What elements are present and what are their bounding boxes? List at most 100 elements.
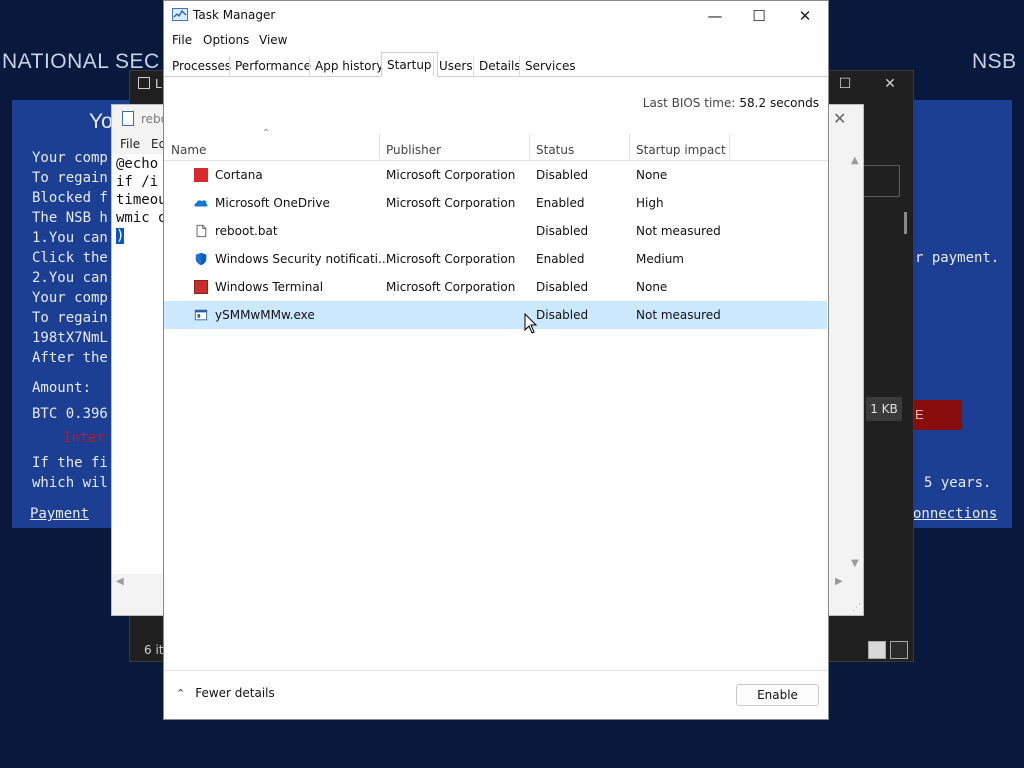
notepad-menu-file[interactable]: File xyxy=(120,137,140,151)
payment-link[interactable]: Payment xyxy=(30,506,89,522)
ransom-right-text: r payment. xyxy=(915,250,1000,266)
menu-options[interactable]: Options xyxy=(203,33,249,47)
cell-status: Disabled xyxy=(536,224,589,238)
tab-app-history[interactable]: App history xyxy=(309,56,389,76)
ransom-btc-amount: BTC 0.396 xyxy=(32,406,108,422)
column-separator[interactable] xyxy=(379,134,380,159)
table-row[interactable]: Microsoft OneDrive Microsoft Corporation… xyxy=(164,189,827,217)
bios-label: Last BIOS time: xyxy=(642,96,736,110)
cell-status: Disabled xyxy=(536,280,589,294)
cell-publisher: Microsoft Corporation xyxy=(386,196,516,210)
ransom-line: The NSB h xyxy=(32,210,108,226)
large-icons-view-icon[interactable] xyxy=(890,641,908,659)
scroll-up-icon[interactable]: ▲ xyxy=(851,155,859,166)
column-separator[interactable] xyxy=(629,134,630,159)
cell-publisher: Microsoft Corporation xyxy=(386,168,516,182)
enable-button[interactable]: Enable xyxy=(736,684,819,706)
explorer-search-box[interactable] xyxy=(862,165,900,197)
column-separator[interactable] xyxy=(729,134,730,159)
app-window-icon xyxy=(194,309,208,321)
column-separator[interactable] xyxy=(529,134,530,159)
fewer-details-toggle[interactable]: ⌃ Fewer details xyxy=(176,686,275,700)
minimize-icon[interactable]: — xyxy=(692,4,738,28)
onedrive-icon xyxy=(194,200,208,207)
menu-file[interactable]: File xyxy=(172,33,192,47)
cortana-icon xyxy=(194,168,208,182)
table-row-selected[interactable]: ySMMwMMw.exe Disabled Not measured xyxy=(164,301,827,329)
cell-impact: Medium xyxy=(636,252,684,266)
column-header-name[interactable]: Name xyxy=(171,140,206,160)
close-icon[interactable]: ✕ xyxy=(782,4,828,28)
cell-name: Cortana xyxy=(215,168,263,182)
maximize-icon[interactable]: ☐ xyxy=(835,76,855,92)
ransom-header-right: NSB xyxy=(972,50,1017,73)
footer-divider xyxy=(164,670,828,671)
close-icon[interactable]: ✕ xyxy=(880,76,900,92)
file-size-badge: 1 KB xyxy=(866,397,902,421)
notepad-line: timeou xyxy=(116,192,167,208)
cell-name: ySMMwMMw.exe xyxy=(215,308,315,322)
table-row[interactable]: Cortana Microsoft Corporation Disabled N… xyxy=(164,161,827,189)
scroll-down-icon[interactable]: ▼ xyxy=(851,558,859,569)
fewer-details-label: Fewer details xyxy=(195,686,275,700)
resize-grip-icon[interactable]: ⋰ xyxy=(852,603,861,613)
scroll-left-icon[interactable]: ◀ xyxy=(116,576,124,587)
tab-users[interactable]: Users xyxy=(433,56,478,76)
cell-impact: High xyxy=(636,196,664,210)
table-row[interactable]: Windows Terminal Microsoft Corporation D… xyxy=(164,273,827,301)
cell-status: Enabled xyxy=(536,196,585,210)
close-icon[interactable]: ✕ xyxy=(833,109,846,128)
ransom-line: 2.You can xyxy=(32,270,108,286)
explorer-title-text: L xyxy=(155,77,162,91)
terminal-icon xyxy=(194,280,208,294)
ransom-amount-label: Amount: xyxy=(32,380,92,396)
tab-services[interactable]: Services xyxy=(519,56,581,76)
details-view-icon[interactable] xyxy=(868,641,886,659)
ransom-line: Your comp xyxy=(32,290,108,306)
cell-impact: Not measured xyxy=(636,224,721,238)
bios-value: 58.2 seconds xyxy=(739,96,819,110)
ransom-action-button[interactable]: E xyxy=(913,400,962,430)
cell-name: reboot.bat xyxy=(215,224,278,238)
maximize-icon[interactable]: ☐ xyxy=(736,4,782,28)
ransom-line: Your comp xyxy=(32,150,108,166)
ransom-line: After the xyxy=(32,350,108,366)
ransom-right-text: 5 years. xyxy=(924,475,992,491)
cell-impact: Not measured xyxy=(636,308,721,322)
notepad-line: wmic o xyxy=(116,210,167,226)
table-row[interactable]: Windows Security notificati... Microsoft… xyxy=(164,245,827,273)
ransom-title: Yo xyxy=(89,110,113,133)
ransom-line: 198tX7NmL xyxy=(32,330,108,346)
cell-status: Disabled xyxy=(536,308,589,322)
column-header-status[interactable]: Status xyxy=(536,140,574,160)
menu-view[interactable]: View xyxy=(259,33,287,47)
explorer-title: L xyxy=(138,77,162,91)
mouse-cursor-icon xyxy=(524,313,538,334)
tab-performance[interactable]: Performance xyxy=(229,56,316,76)
explorer-scrollbar[interactable] xyxy=(904,212,907,234)
notepad-line: @echo xyxy=(116,156,159,172)
cell-name: Windows Terminal xyxy=(215,280,324,294)
table-row[interactable]: reboot.bat Disabled Not measured xyxy=(164,217,827,245)
tab-processes[interactable]: Processes xyxy=(167,56,236,76)
column-header-publisher[interactable]: Publisher xyxy=(386,140,441,160)
task-manager-icon xyxy=(172,8,188,21)
cell-publisher: Microsoft Corporation xyxy=(386,280,516,294)
chevron-up-icon: ⌃ xyxy=(176,687,186,700)
tab-details[interactable]: Details xyxy=(473,56,526,76)
tab-startup[interactable]: Startup xyxy=(381,52,438,77)
ransom-red-text: Inter xyxy=(63,430,106,446)
ransom-line: which wil xyxy=(32,475,108,491)
connections-link[interactable]: onnections xyxy=(913,506,997,522)
scroll-right-icon[interactable]: ▶ xyxy=(835,576,843,587)
last-bios-time: Last BIOS time: 58.2 seconds xyxy=(643,96,819,110)
notepad-selection: ) xyxy=(116,228,125,244)
column-header-startup-impact[interactable]: Startup impact xyxy=(636,140,726,160)
notepad-selected-text: ) xyxy=(116,228,125,244)
cell-name: Windows Security notificati... xyxy=(215,252,390,266)
cell-name: Microsoft OneDrive xyxy=(215,196,330,210)
cell-publisher: Microsoft Corporation xyxy=(386,252,516,266)
ransom-line: To regain xyxy=(32,170,108,186)
cell-status: Disabled xyxy=(536,168,589,182)
notepad-line: if /i xyxy=(116,174,159,190)
